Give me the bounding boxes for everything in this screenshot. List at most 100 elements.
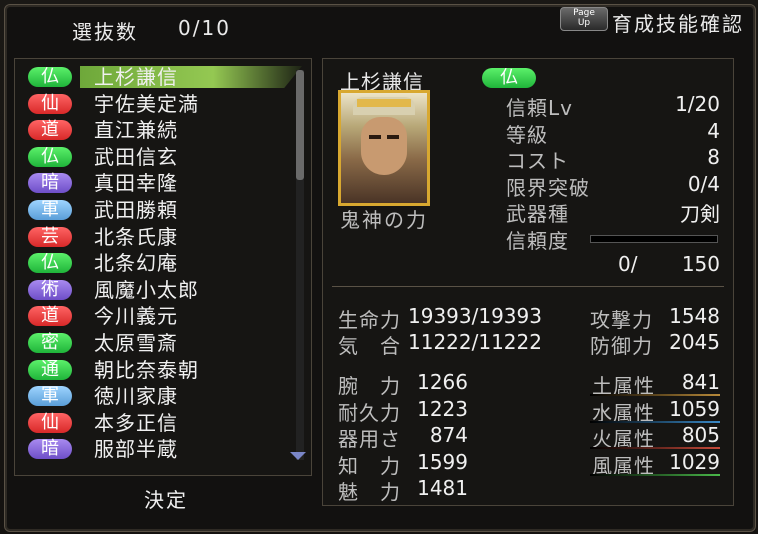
list-item[interactable]: 密 太原雪斎 <box>22 330 294 357</box>
pageup-label-1: Page <box>573 8 595 18</box>
portrait-eye <box>387 135 399 139</box>
character-name: 風魔小太郎 <box>94 277 199 302</box>
character-name: 真田幸隆 <box>94 171 178 196</box>
selection-count: 0/10 <box>178 16 231 40</box>
water-attr-value: 1059 <box>669 397 720 421</box>
character-list: 仏上杉謙信 仙宇佐美定満 道直江兼続 仏武田信玄 暗真田幸隆 軍武田勝頼 芸北条… <box>22 64 302 463</box>
hp-label: 生命力 <box>338 308 401 332</box>
class-badge: 通 <box>28 359 72 380</box>
defense-label: 防御力 <box>590 334 653 358</box>
root: 選抜数 0/10 Page Up 育成技能確認 仏 上杉謙信 仙 宇佐美定満 道 直江… <box>0 0 758 534</box>
class-badge: 仏 <box>28 253 72 274</box>
limit-break-label: 限界突破 <box>506 176 590 200</box>
list-item[interactable]: 仙 本多正信 <box>22 410 294 437</box>
list-item[interactable]: 仏 武田信玄 <box>22 144 294 171</box>
earth-attr-value: 841 <box>681 370 720 394</box>
trust-progress-bar <box>590 235 718 243</box>
class-badge: 術 <box>28 279 72 300</box>
class-badge: 仏 <box>28 146 72 167</box>
trust-current: 0/ <box>618 252 638 276</box>
character-name: 今川義元 <box>94 304 178 329</box>
character-name: 徳川家康 <box>94 384 178 409</box>
list-item[interactable]: 軍 武田勝頼 <box>22 197 294 224</box>
scroll-down-icon[interactable] <box>290 452 306 460</box>
portrait-face <box>361 117 407 175</box>
list-scrollbar[interactable] <box>296 70 304 460</box>
trust-lv-value: 1/20 <box>675 92 720 116</box>
pageup-label-2: Up <box>577 18 591 28</box>
list-item[interactable]: 芸 北条氏康 <box>22 224 294 251</box>
wind-attr-value: 1029 <box>669 450 720 474</box>
arm-label: 腕 力 <box>338 374 401 398</box>
charm-label: 魅 力 <box>338 480 401 504</box>
level-label: 等級 <box>506 123 548 147</box>
character-name: 本多正信 <box>94 410 178 435</box>
detail-class-badge: 仏 <box>482 68 536 88</box>
cost-value: 8 <box>707 145 720 169</box>
attack-value: 1548 <box>669 304 720 328</box>
intelligence-label: 知 力 <box>338 454 401 478</box>
limit-break-value: 0/4 <box>687 172 720 196</box>
level-value: 4 <box>707 119 720 143</box>
cost-label: コスト <box>506 149 569 173</box>
list-item[interactable]: 通 朝比奈泰朝 <box>22 357 294 384</box>
hp-value: 19393/19393 <box>408 304 542 328</box>
endurance-value: 1223 <box>417 397 468 421</box>
class-badge: 道 <box>28 120 72 141</box>
class-badge: 軍 <box>28 199 72 220</box>
dexterity-value: 874 <box>429 423 468 447</box>
character-name: 直江兼続 <box>94 118 178 143</box>
portrait-crown <box>357 99 411 107</box>
list-item[interactable]: 仏 上杉謙信 <box>22 64 302 91</box>
list-item[interactable]: 仙 宇佐美定満 <box>22 91 294 118</box>
list-item[interactable]: 暗 真田幸隆 <box>22 170 294 197</box>
list-item[interactable]: 仏 北条幻庵 <box>22 250 294 277</box>
skill-name: 鬼神の力 <box>340 208 428 232</box>
portrait-eye <box>369 135 381 139</box>
character-name: 北条氏康 <box>94 224 178 249</box>
class-badge: 暗 <box>28 173 72 194</box>
attack-label: 攻撃力 <box>590 308 653 332</box>
class-badge: 仙 <box>28 412 72 433</box>
class-badge: 仏 <box>28 67 72 87</box>
wind-attr-underline <box>590 474 720 476</box>
class-badge: 道 <box>28 306 72 327</box>
trust-lv-label: 信頼Lv <box>506 96 573 120</box>
class-badge: 軍 <box>28 386 72 407</box>
class-badge: 暗 <box>28 439 72 460</box>
scroll-thumb[interactable] <box>296 70 304 180</box>
character-name: 上杉謙信 <box>94 65 178 89</box>
confirm-button[interactable]: 決定 <box>144 484 188 513</box>
intelligence-value: 1599 <box>417 450 468 474</box>
skill-check-button[interactable]: 育成技能確認 <box>612 8 744 37</box>
earth-attr-underline <box>590 394 720 396</box>
arm-value: 1266 <box>417 370 468 394</box>
list-item[interactable]: 道 直江兼続 <box>22 117 294 144</box>
character-portrait <box>338 90 430 206</box>
dexterity-label: 器用さ <box>338 427 401 451</box>
ki-label: 気 合 <box>338 334 401 358</box>
list-item[interactable]: 術 風魔小太郎 <box>22 277 294 304</box>
list-item[interactable]: 暗 服部半蔵 <box>22 436 294 463</box>
weapon-type-label: 武器種 <box>506 202 569 226</box>
character-name: 太原雪斎 <box>94 330 178 355</box>
class-badge: 仙 <box>28 93 72 114</box>
list-item[interactable]: 道 今川義元 <box>22 303 294 330</box>
character-name: 武田信玄 <box>94 144 178 169</box>
list-item[interactable]: 軍 徳川家康 <box>22 383 294 410</box>
divider <box>332 286 724 287</box>
character-name: 服部半蔵 <box>94 437 178 462</box>
character-name: 武田勝頼 <box>94 197 178 222</box>
character-name: 北条幻庵 <box>94 251 178 276</box>
pageup-key-icon[interactable]: Page Up <box>560 7 608 31</box>
weapon-type-value: 刀剣 <box>680 202 720 226</box>
trust-max: 150 <box>681 252 720 276</box>
class-badge: 密 <box>28 332 72 353</box>
defense-value: 2045 <box>669 330 720 354</box>
ki-value: 11222/11222 <box>408 330 542 354</box>
fire-attr-underline <box>590 447 720 449</box>
endurance-label: 耐久力 <box>338 401 401 425</box>
fire-attr-value: 805 <box>681 423 720 447</box>
trust-label: 信頼度 <box>506 229 569 253</box>
selection-label: 選抜数 <box>72 20 138 44</box>
